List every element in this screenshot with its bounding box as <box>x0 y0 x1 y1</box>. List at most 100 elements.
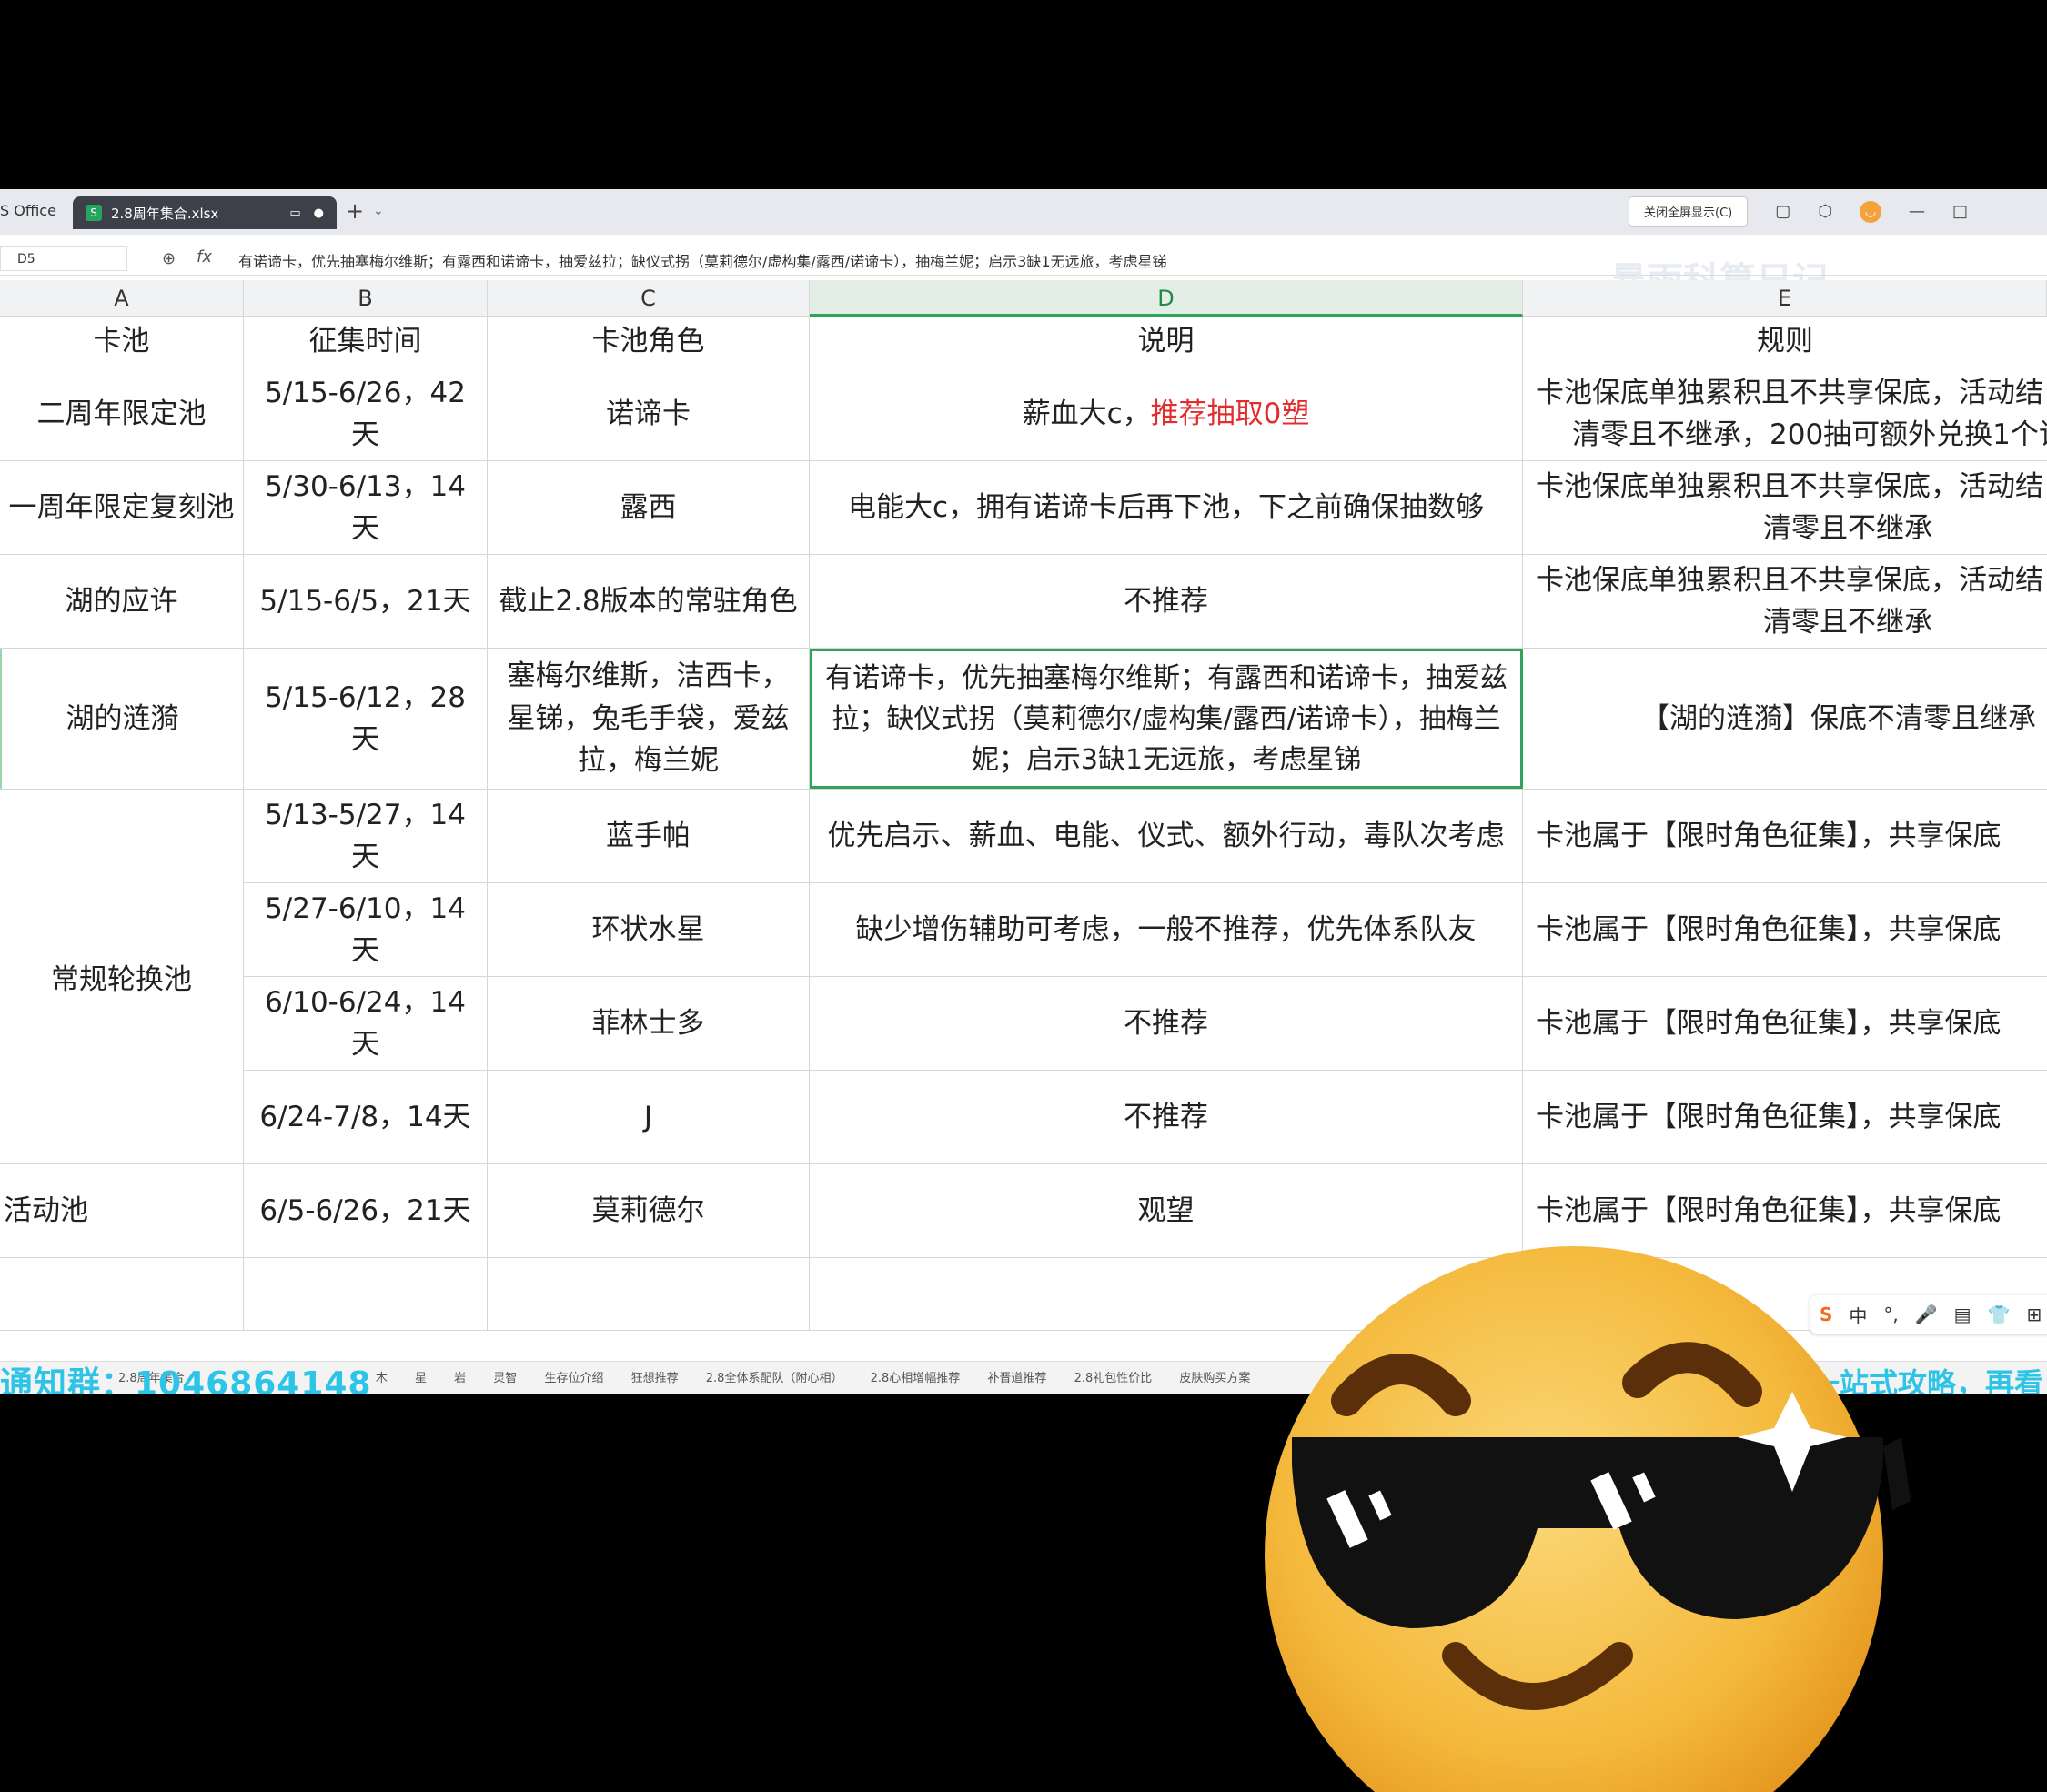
header-row: 卡池 征集时间 卡池角色 说明 规则 <box>0 317 2047 367</box>
cell-time[interactable]: 6/5-6/26，21天 <box>244 1164 488 1257</box>
formula-input[interactable]: 有诺谛卡，优先抽塞梅尔维斯；有露西和诺谛卡，抽爱兹拉；缺仪式拐（莫莉德尔/虚构集… <box>238 249 1167 271</box>
rule-line-1: 卡池保底单独累积且不共享保底，活动结 <box>1536 563 2043 597</box>
table-row: 湖的应许 5/15-6/5，21天 截止2.8版本的常驻角色 不推荐 卡池保底单… <box>0 555 2047 649</box>
cell-character[interactable]: 环状水星 <box>488 883 810 976</box>
sheet-tab[interactable]: 木 <box>376 1362 388 1394</box>
header-cell[interactable]: 说明 <box>810 317 1523 367</box>
name-box[interactable]: D5 <box>0 246 127 271</box>
sheet-tab[interactable]: 星 <box>415 1362 427 1394</box>
cell-time[interactable]: 5/13-5/27，14天 <box>244 790 488 882</box>
ime-skin-icon[interactable]: 👕 <box>1988 1304 2011 1325</box>
sheet-tab[interactable]: 2.8全体系配队（附心相） <box>706 1362 843 1394</box>
cell-character[interactable]: 莫莉德尔 <box>488 1164 810 1257</box>
rule-line-2: 清零且不继承 <box>1763 512 1932 545</box>
new-tab-button[interactable]: + <box>346 198 364 224</box>
rule-line-1: 卡池保底单独累积且不共享保底，活动结 <box>1536 376 2043 409</box>
sheet-tab[interactable]: 补晋道推荐 <box>987 1362 1046 1394</box>
cell-desc[interactable]: 不推荐 <box>810 977 1523 1070</box>
empty-cell[interactable] <box>244 1258 488 1330</box>
sheet-tab[interactable]: 生存位介绍 <box>544 1362 603 1394</box>
cell-rule[interactable]: 卡池属于【限时角色征集】，共享保底 <box>1523 977 2047 1070</box>
sheet-tab[interactable]: 灵智 <box>493 1362 517 1394</box>
cell-rule[interactable]: 卡池属于【限时角色征集】，共享保底 <box>1523 883 2047 976</box>
cell-character[interactable]: 菲林士多 <box>488 977 810 1070</box>
desc-text: 薪血大c， <box>1022 397 1151 430</box>
rule-line-1: 卡池保底单独累积且不共享保底，活动结 <box>1536 469 2043 503</box>
document-tab[interactable]: S 2.8周年集合.xlsx ▭ ● <box>73 196 337 229</box>
table-row: 一周年限定复刻池 5/30-6/13，14天 露西 电能大c，拥有诺谛卡后再下池… <box>0 461 2047 555</box>
empty-cell[interactable] <box>488 1258 810 1330</box>
fx-icon[interactable]: fx <box>197 247 212 267</box>
cell-time[interactable]: 6/24-7/8，14天 <box>244 1071 488 1163</box>
cell-rule[interactable]: 【湖的涟漪】保底不清零且继承 <box>1523 649 2047 789</box>
header-cell[interactable]: 规则 <box>1523 317 2047 367</box>
cell-pool[interactable]: 二周年限定池 <box>0 367 244 460</box>
cell-desc[interactable]: 不推荐 <box>810 1071 1523 1163</box>
cell-rule[interactable]: 卡池属于【限时角色征集】，共享保底 <box>1523 1071 2047 1163</box>
cell-desc[interactable]: 电能大c，拥有诺谛卡后再下池，下之前确保抽数够 <box>810 461 1523 554</box>
cell-desc[interactable]: 优先启示、薪血、电能、仪式、额外行动，毒队次考虑 <box>810 790 1523 882</box>
cell-pool[interactable]: 活动池 <box>0 1164 244 1257</box>
maximize-icon[interactable]: □ <box>1952 202 1968 221</box>
empty-cell[interactable] <box>0 1258 244 1330</box>
cell-rule[interactable]: 卡池保底单独累积且不共享保底，活动结 清零且不继承，200抽可额外兑换1个该 <box>1523 367 2047 460</box>
column-header-e[interactable]: E <box>1523 280 2047 317</box>
rule-line-2: 清零且不继承 <box>1763 606 1932 639</box>
cell-pool[interactable]: 湖的涟漪 <box>0 649 244 789</box>
cube-icon[interactable]: ⬡ <box>1818 202 1832 221</box>
table-row: 6/24-7/8，14天 J 不推荐 卡池属于【限时角色征集】，共享保底 <box>0 1071 2047 1164</box>
header-cell[interactable]: 卡池角色 <box>488 317 810 367</box>
cell-time[interactable]: 5/30-6/13，14天 <box>244 461 488 554</box>
cell-character[interactable]: 截止2.8版本的常驻角色 <box>488 555 810 648</box>
cell-time[interactable]: 6/10-6/24，14天 <box>244 977 488 1070</box>
avatar[interactable]: ◡ <box>1859 200 1881 223</box>
chevron-down-icon[interactable]: ⌄ <box>373 204 384 218</box>
monitor-icon[interactable]: ▭ <box>289 206 300 220</box>
cell-desc[interactable]: 薪血大c， 推荐抽取0塑 <box>810 367 1523 460</box>
ime-grid-icon[interactable]: ⊞ <box>2026 1304 2042 1325</box>
cell-rule[interactable]: 卡池保底单独累积且不共享保底，活动结 清零且不继承 <box>1523 555 2047 648</box>
window-controls: 关闭全屏显示(C) ▢ ⬡ ◡ — □ <box>1629 196 1968 227</box>
cell-desc[interactable]: 缺少增伤辅助可考虑，一般不推荐，优先体系队友 <box>810 883 1523 976</box>
cell-time[interactable]: 5/27-6/10，14天 <box>244 883 488 976</box>
spreadsheet-app: S Office S 2.8周年集合.xlsx ▭ ● + ⌄ 关闭全屏显示(C… <box>0 189 2047 1394</box>
cell-character[interactable]: J <box>488 1071 810 1163</box>
column-header-a[interactable]: A <box>0 280 244 317</box>
cell-pool[interactable]: 湖的应许 <box>0 555 244 648</box>
sheet-tab[interactable]: 2.8心相增幅推荐 <box>871 1362 961 1394</box>
cell-rule[interactable]: 卡池属于【限时角色征集】，共享保底 <box>1523 790 2047 882</box>
desc-highlight: 推荐抽取0塑 <box>1150 397 1310 430</box>
cell-time[interactable]: 5/15-6/12，28天 <box>244 649 488 789</box>
header-cell[interactable]: 征集时间 <box>244 317 488 367</box>
cell-time[interactable]: 5/15-6/5，21天 <box>244 555 488 648</box>
cell-desc[interactable]: 不推荐 <box>810 555 1523 648</box>
cell-rule[interactable]: 卡池保底单独累积且不共享保底，活动结 清零且不继承 <box>1523 461 2047 554</box>
app-brand: S Office <box>0 202 56 219</box>
document-tab-title: 2.8周年集合.xlsx <box>111 205 219 222</box>
cell-desc-selected[interactable]: 有诺谛卡，优先抽塞梅尔维斯；有露西和诺谛卡，抽爱兹拉；缺仪式拐（莫莉德尔/虚构集… <box>810 649 1523 789</box>
unsaved-dot-icon[interactable]: ● <box>314 206 324 220</box>
cell-character[interactable]: 蓝手帕 <box>488 790 810 882</box>
table-row: 6/10-6/24，14天 菲林士多 不推荐 卡池属于【限时角色征集】，共享保底 <box>0 977 2047 1071</box>
column-header-b[interactable]: B <box>244 280 488 317</box>
sheet-tab[interactable]: 2.8礼包性价比 <box>1074 1362 1153 1394</box>
table-row: 5/27-6/10，14天 环状水星 缺少增伤辅助可考虑，一般不推荐，优先体系队… <box>0 883 2047 977</box>
ime-keyboard-icon[interactable]: ▤ <box>1954 1304 1971 1325</box>
sheet-tab[interactable]: 狂想推荐 <box>631 1362 679 1394</box>
column-header-c[interactable]: C <box>488 280 810 317</box>
cell-character[interactable]: 诺谛卡 <box>488 367 810 460</box>
cell-time[interactable]: 5/15-6/26，42天 <box>244 367 488 460</box>
zoom-icon[interactable]: ⊕ <box>162 249 176 268</box>
restore-icon[interactable]: ▢ <box>1775 202 1790 221</box>
merged-cell-pool[interactable]: 常规轮换池 <box>0 790 244 1164</box>
minimize-icon[interactable]: — <box>1909 202 1925 221</box>
sheet-grid: A B C D E 卡池 征集时间 卡池角色 说明 规则 二周年限定池 5/15… <box>0 280 2047 1331</box>
sheet-tab[interactable]: 岩 <box>454 1362 466 1394</box>
exit-fullscreen-button[interactable]: 关闭全屏显示(C) <box>1629 196 1749 227</box>
cell-pool[interactable]: 一周年限定复刻池 <box>0 461 244 554</box>
header-cell[interactable]: 卡池 <box>0 317 244 367</box>
cell-character[interactable]: 塞梅尔维斯，洁西卡，星锑，兔毛手袋，爱兹拉，梅兰妮 <box>488 649 810 789</box>
table-row: 5/13-5/27，14天 蓝手帕 优先启示、薪血、电能、仪式、额外行动，毒队次… <box>0 790 2047 883</box>
cell-character[interactable]: 露西 <box>488 461 810 554</box>
column-header-d[interactable]: D <box>810 280 1523 317</box>
